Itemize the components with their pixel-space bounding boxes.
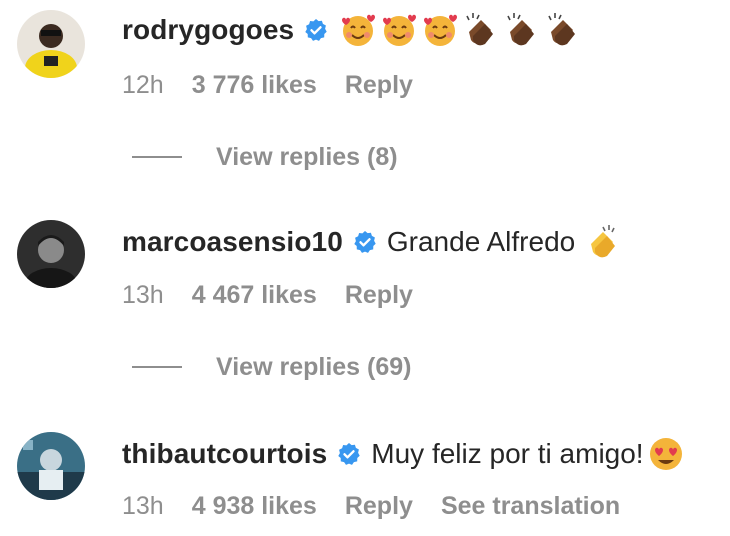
heart-eyes-face-icon (646, 434, 686, 474)
reply-button[interactable]: Reply (345, 71, 413, 100)
username[interactable]: thibautcourtois (122, 438, 327, 470)
comment-timestamp: 13h (122, 491, 164, 520)
avatar[interactable] (17, 220, 85, 288)
clapping-hands-icon (583, 222, 623, 262)
view-replies-label: View replies (8) (216, 142, 398, 171)
smiling-face-with-hearts-icon (379, 10, 419, 50)
username[interactable]: marcoasensio10 (122, 226, 343, 258)
likes-count[interactable]: 4 467 likes (192, 281, 317, 310)
likes-count[interactable]: 4 938 likes (192, 492, 317, 521)
username[interactable]: rodrygogoes (122, 14, 294, 46)
view-replies-button[interactable]: View replies (8) (132, 142, 398, 172)
verified-badge-icon (353, 230, 377, 254)
clapping-hands-icon (461, 10, 501, 50)
avatar[interactable] (17, 10, 85, 78)
smiling-face-with-hearts-icon (420, 10, 460, 50)
see-translation-button[interactable]: See translation (441, 492, 620, 521)
reply-button[interactable]: Reply (345, 492, 413, 521)
clapping-hands-icon (502, 10, 542, 50)
likes-count[interactable]: 3 776 likes (192, 71, 317, 100)
avatar-image (17, 220, 85, 288)
avatar-image (17, 10, 85, 78)
replies-divider (132, 156, 182, 158)
reply-button[interactable]: Reply (345, 281, 413, 310)
comment-text: Muy feliz por ti amigo! (371, 438, 644, 469)
comment-text: Grande Alfredo (386, 226, 576, 257)
comment-timestamp: 12h (122, 70, 164, 99)
avatar-image (17, 432, 85, 500)
view-replies-label: View replies (69) (216, 352, 412, 381)
verified-badge-icon (304, 18, 328, 42)
avatar[interactable] (17, 432, 85, 500)
clapping-hands-icon (543, 10, 583, 50)
verified-badge-icon (337, 442, 361, 466)
comment-timestamp: 13h (122, 280, 164, 309)
smiling-face-with-hearts-icon (338, 10, 378, 50)
view-replies-button[interactable]: View replies (69) (132, 352, 411, 382)
replies-divider (132, 366, 182, 368)
